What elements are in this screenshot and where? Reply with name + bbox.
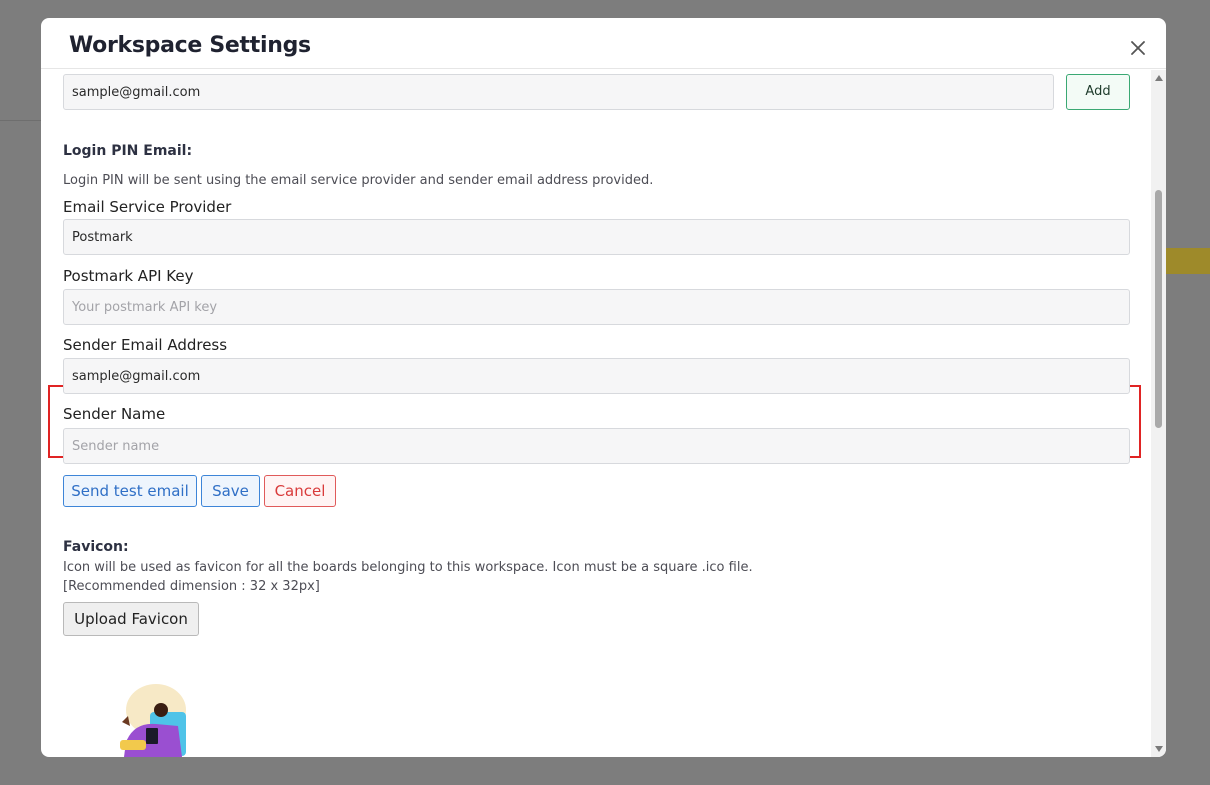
send-test-email-button[interactable]: Send test email xyxy=(63,475,197,507)
cancel-button[interactable]: Cancel xyxy=(264,475,336,507)
login-pin-help-text: Login PIN will be sent using the email s… xyxy=(63,173,654,188)
scroll-down-icon[interactable] xyxy=(1155,746,1163,752)
favicon-help-text: Icon will be used as favicon for all the… xyxy=(63,560,753,575)
email-provider-label: Email Service Provider xyxy=(63,198,232,216)
scroll-thumb[interactable] xyxy=(1155,190,1162,428)
background-divider xyxy=(0,120,41,121)
api-key-label: Postmark API Key xyxy=(63,267,194,285)
close-icon[interactable] xyxy=(1128,38,1148,58)
sender-email-input[interactable] xyxy=(63,358,1130,394)
save-button[interactable]: Save xyxy=(201,475,260,507)
favicon-section-title: Favicon: xyxy=(63,539,129,555)
add-email-button[interactable]: Add xyxy=(1066,74,1130,110)
vertical-scrollbar[interactable] xyxy=(1151,70,1166,757)
login-pin-section-title: Login PIN Email: xyxy=(63,143,193,159)
api-key-input[interactable] xyxy=(63,289,1130,325)
upload-favicon-button[interactable]: Upload Favicon xyxy=(63,602,199,636)
modal-body: Add Login PIN Email: Login PIN will be s… xyxy=(41,70,1151,757)
sender-email-label: Sender Email Address xyxy=(63,336,228,354)
modal-title: Workspace Settings xyxy=(69,33,311,58)
background-banner xyxy=(1166,248,1210,274)
scroll-up-icon[interactable] xyxy=(1155,75,1163,81)
modal-header: Workspace Settings xyxy=(41,18,1166,69)
sender-name-input[interactable] xyxy=(63,428,1130,464)
favicon-recommendation: [Recommended dimension : 32 x 32px] xyxy=(63,579,320,594)
person-with-tablet-illustration xyxy=(120,684,186,757)
add-email-input[interactable] xyxy=(63,74,1054,110)
sender-name-label: Sender Name xyxy=(63,405,166,423)
workspace-settings-modal: Workspace Settings Add Login PIN Email: … xyxy=(41,18,1166,757)
email-provider-select[interactable] xyxy=(63,219,1130,255)
